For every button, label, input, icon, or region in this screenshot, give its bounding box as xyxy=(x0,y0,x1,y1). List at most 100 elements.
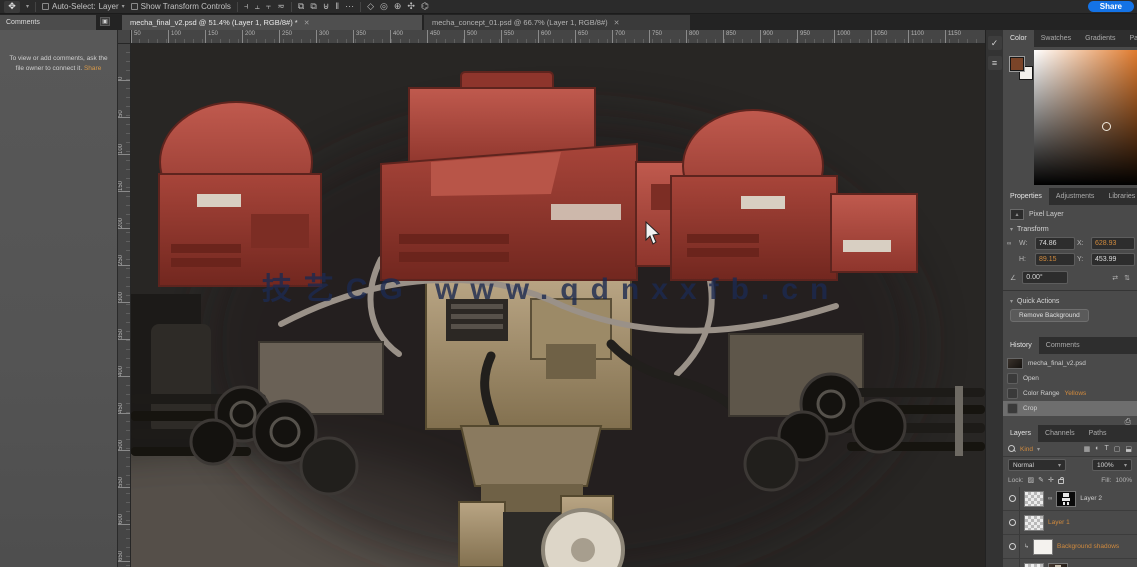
ruler-tick-label: 500 xyxy=(464,30,501,43)
layer-row[interactable]: ∞ Layer 2 xyxy=(1003,487,1137,511)
3d-move-icon[interactable]: ✣ xyxy=(407,2,415,11)
tab-adjustments[interactable]: Adjustments xyxy=(1049,188,1102,205)
more-options-icon[interactable]: ··· xyxy=(345,2,354,11)
3d-orbit-icon[interactable]: ◇ xyxy=(367,2,374,11)
x-field[interactable]: 628.93 xyxy=(1091,237,1135,250)
mech-pod-left xyxy=(158,101,322,287)
visibility-eye-icon[interactable] xyxy=(1009,519,1016,526)
history-snapshot-row[interactable]: mecha_final_v2.psd xyxy=(1003,356,1137,371)
layer-row[interactable]: Layer 1 xyxy=(1003,511,1137,535)
lock-transparency-icon[interactable]: ▨ xyxy=(1028,476,1035,484)
history-brush-icon[interactable]: ✓ xyxy=(987,36,1002,50)
ruler-tick-label: 300 xyxy=(316,30,353,43)
panel-message: To view or add comments, ask the file ow… xyxy=(5,54,112,74)
layer-row[interactable]: ↳ Background shadows xyxy=(1003,535,1137,559)
document-tab-inactive[interactable]: mecha_concept_01.psd @ 66.7% (Layer 1, R… xyxy=(424,15,690,30)
layer-thumbnail[interactable] xyxy=(1024,562,1044,567)
lock-pixels-icon[interactable]: ✎ xyxy=(1038,476,1044,484)
layer-comps-icon[interactable]: ≡ xyxy=(987,56,1002,70)
move-tool-icon[interactable]: ✥ xyxy=(4,0,20,13)
history-item[interactable]: Color Range Yellows xyxy=(1003,386,1137,401)
height-field[interactable]: 89.15 xyxy=(1035,253,1075,266)
width-field[interactable]: 74.86 xyxy=(1035,237,1075,250)
distribute-horizontal-icon[interactable]: ⧉ xyxy=(310,2,316,11)
tab-color[interactable]: Color xyxy=(1003,30,1034,47)
rotation-field[interactable]: 0.00° xyxy=(1022,271,1069,284)
auto-select-checkbox[interactable] xyxy=(42,3,50,10)
foreground-color-swatch[interactable] xyxy=(1009,56,1025,72)
collapse-caret-icon[interactable]: ▾ xyxy=(1010,226,1013,233)
color-field[interactable] xyxy=(1034,50,1137,185)
ruler-tick-label: 300 xyxy=(118,266,130,303)
tab-swatches[interactable]: Swatches xyxy=(1034,30,1078,47)
horizontal-ruler[interactable]: 50 100 150 200 250 300 350 400 450 500 550 600 650 70… xyxy=(131,30,985,44)
y-field[interactable]: 453.99 xyxy=(1091,253,1135,266)
align-right-icon[interactable]: ⫟ xyxy=(266,2,271,11)
blend-mode-select[interactable]: Normal ▾ xyxy=(1008,459,1066,471)
left-panel-tab[interactable]: Comments xyxy=(0,15,96,30)
filter-smart-object-icon[interactable]: ⬓ xyxy=(1125,445,1132,453)
color-picker-cursor[interactable] xyxy=(1102,122,1111,131)
fill-value[interactable]: 100% xyxy=(1115,477,1132,484)
remove-background-button[interactable]: Remove Background xyxy=(1010,309,1089,322)
auto-select-value[interactable]: Layer xyxy=(99,2,119,11)
lock-position-icon[interactable]: ✛ xyxy=(1048,476,1054,484)
vertical-ruler[interactable]: 0 50 100 150 200 250 300 350 400 450 500 550 600 650 xyxy=(118,44,131,567)
3d-pan-icon[interactable]: ◎ xyxy=(380,2,388,11)
show-transform-group[interactable]: Show Transform Controls xyxy=(130,2,231,11)
align-left-icon[interactable]: ⫞ xyxy=(244,2,249,11)
history-item[interactable]: Open xyxy=(1003,371,1137,386)
tool-preset-caret-icon[interactable]: ▾ xyxy=(26,3,29,10)
ruler-tick-label: 650 xyxy=(118,525,130,562)
filter-type-icon[interactable]: T xyxy=(1104,445,1108,453)
filter-pixel-icon[interactable]: ▦ xyxy=(1084,445,1091,453)
tab-properties[interactable]: Properties xyxy=(1003,188,1049,205)
tab-patterns[interactable]: Patterns xyxy=(1122,30,1137,47)
tab-channels[interactable]: Channels xyxy=(1038,425,1082,442)
image-thumbnail[interactable] xyxy=(1048,562,1068,567)
align-edges-icon[interactable]: ⊎ xyxy=(323,2,330,11)
document-canvas[interactable]: 技艺CG www.qdnxxfb.cn xyxy=(131,44,985,567)
mask-thumbnail[interactable] xyxy=(1056,490,1077,507)
distribute-icon[interactable]: ≂ xyxy=(277,2,285,11)
flip-vertical-icon[interactable]: ⇅ xyxy=(1124,274,1130,282)
flip-horizontal-icon[interactable]: ⇄ xyxy=(1112,274,1118,282)
visibility-eye-icon[interactable] xyxy=(1009,543,1016,550)
auto-select-group[interactable]: Auto-Select: Layer ▾ xyxy=(42,2,125,11)
ruler-corner[interactable] xyxy=(118,30,131,44)
visibility-eye-icon[interactable] xyxy=(1009,495,1016,502)
close-tab-icon[interactable]: ✕ xyxy=(304,19,310,27)
distribute-vertical-icon[interactable]: ⧉ xyxy=(298,2,304,11)
collapse-caret-icon[interactable]: ▾ xyxy=(1010,298,1013,305)
filter-shape-icon[interactable]: ▢ xyxy=(1114,445,1121,453)
tab-comments[interactable]: Comments xyxy=(1039,337,1087,354)
tab-paths[interactable]: Paths xyxy=(1082,425,1114,442)
fill-layer-thumbnail[interactable] xyxy=(1033,538,1054,555)
kind-caret-icon[interactable]: ▾ xyxy=(1037,446,1040,453)
tab-history[interactable]: History xyxy=(1003,337,1039,354)
camera-view-icon[interactable]: ⌬ xyxy=(421,2,429,11)
layer-name: Layer 2 xyxy=(1080,495,1102,502)
layer-thumbnail[interactable] xyxy=(1024,490,1044,507)
opacity-field[interactable]: 100% ▾ xyxy=(1092,459,1132,471)
show-transform-checkbox[interactable] xyxy=(130,3,138,10)
panel-message-link[interactable]: Share xyxy=(84,65,101,72)
align-center-icon[interactable]: ⫠ xyxy=(254,2,259,11)
close-tab-icon[interactable]: ✕ xyxy=(614,19,620,27)
new-snapshot-icon[interactable]: ⎙ xyxy=(1125,417,1131,427)
link-dimensions-icon[interactable]: ∞ xyxy=(1007,241,1017,247)
document-tab-active[interactable]: mecha_final_v2.psd @ 51.4% (Layer 1, RGB… xyxy=(122,15,422,30)
filter-adjustment-icon[interactable]: ◐ xyxy=(1095,445,1099,453)
3d-rotate-icon[interactable]: ⊕ xyxy=(394,2,402,11)
lock-all-icon[interactable] xyxy=(1057,476,1064,484)
tab-gradients[interactable]: Gradients xyxy=(1078,30,1122,47)
filter-kind-value[interactable]: Kind xyxy=(1020,446,1033,453)
layer-thumbnail[interactable] xyxy=(1024,514,1044,531)
history-item-selected[interactable]: Crop xyxy=(1003,401,1137,416)
layer-row[interactable]: Mecha body xyxy=(1003,559,1137,567)
tab-libraries[interactable]: Libraries xyxy=(1101,188,1137,205)
panel-menu-icon[interactable]: ▣ xyxy=(100,17,110,26)
auto-select-caret-icon[interactable]: ▾ xyxy=(122,3,125,10)
share-button[interactable]: Share xyxy=(1087,1,1134,12)
tab-layers[interactable]: Layers xyxy=(1003,425,1039,442)
